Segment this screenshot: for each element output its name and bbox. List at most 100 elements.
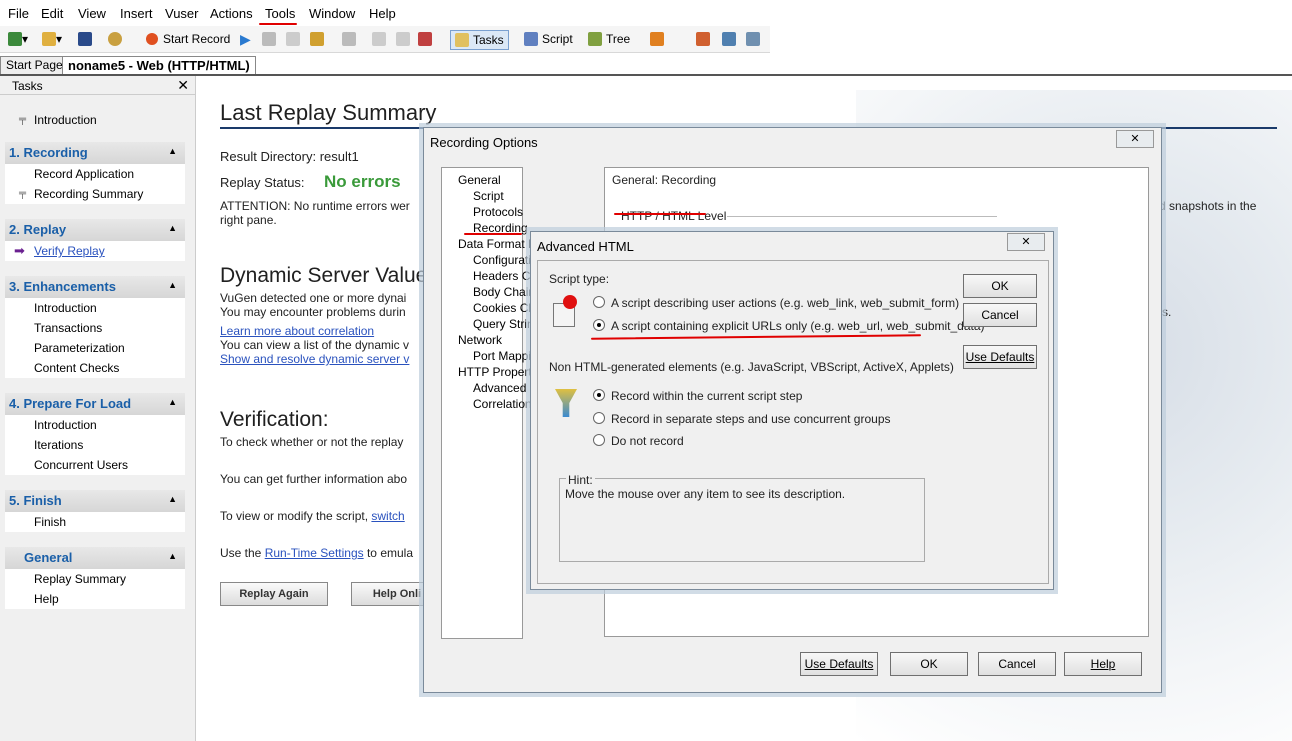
- menu-insert[interactable]: Insert: [120, 6, 153, 21]
- task-help[interactable]: Help: [5, 589, 185, 609]
- tab-noname5[interactable]: noname5 - Web (HTTP/HTML): [62, 56, 256, 74]
- script-label: Script: [542, 32, 573, 46]
- radio-record-separate[interactable]: [593, 412, 605, 424]
- tree-item-script[interactable]: Script: [473, 189, 504, 203]
- compile-icon[interactable]: [310, 30, 324, 48]
- group-header[interactable]: General ▲: [5, 547, 185, 569]
- learn-correlation-link[interactable]: Learn more about correlation: [220, 324, 374, 338]
- task-concurrent-users[interactable]: Concurrent Users: [5, 455, 185, 475]
- tree-item-protocols[interactable]: Protocols: [473, 205, 523, 219]
- tab-start-page[interactable]: Start Page: [0, 56, 69, 74]
- tool-icon-1[interactable]: [696, 30, 710, 48]
- task-parameterization[interactable]: Parameterization: [5, 338, 185, 358]
- replay-again-button[interactable]: Replay Again: [220, 582, 328, 606]
- tree-view-button[interactable]: Tree: [588, 30, 630, 48]
- menu-window[interactable]: Window: [309, 6, 355, 21]
- task-content-checks[interactable]: Content Checks: [5, 358, 185, 378]
- collapse-icon[interactable]: ▲: [168, 217, 177, 239]
- script-view-button[interactable]: Script: [524, 30, 573, 48]
- radio-record-current[interactable]: [593, 389, 605, 401]
- menu-tools[interactable]: Tools: [265, 6, 295, 21]
- menu-view[interactable]: View: [78, 6, 106, 21]
- options-tree: General Script Protocols Recording Data …: [441, 167, 542, 639]
- breakpoint-icon[interactable]: [418, 30, 432, 48]
- find-icon[interactable]: [108, 30, 122, 48]
- option-do-not-record[interactable]: Do not record: [593, 434, 684, 448]
- task-record-application[interactable]: Record Application: [5, 164, 185, 184]
- annotation-underline: [464, 233, 522, 235]
- collapse-icon[interactable]: ▲: [168, 274, 177, 296]
- use-defaults-button[interactable]: Use Defaults: [800, 652, 878, 676]
- collapse-icon[interactable]: ▲: [168, 140, 177, 162]
- tree-item-port-mapping[interactable]: Port Mappin: [473, 349, 538, 363]
- tree-item-configuration[interactable]: Configuratio: [473, 253, 538, 267]
- menu-edit[interactable]: Edit: [41, 6, 63, 21]
- settings-icon[interactable]: [342, 30, 356, 48]
- group-header[interactable]: 3. Enhancements ▲: [5, 276, 185, 298]
- option-explicit-urls[interactable]: A script containing explicit URLs only (…: [593, 319, 985, 333]
- open-icon[interactable]: ▾: [42, 30, 62, 48]
- menu-help[interactable]: Help: [369, 6, 396, 21]
- tasks-intro[interactable]: ╤ Introduction: [5, 110, 185, 130]
- cancel-button[interactable]: Cancel: [963, 303, 1037, 327]
- cancel-button[interactable]: Cancel: [978, 652, 1056, 676]
- menu-actions[interactable]: Actions: [210, 6, 253, 21]
- tool-icon-3[interactable]: [746, 30, 760, 48]
- tree-item-body-chain[interactable]: Body Chain: [473, 285, 535, 299]
- ok-button[interactable]: OK: [890, 652, 968, 676]
- play-icon[interactable]: ▶: [240, 30, 251, 48]
- close-icon[interactable]: ✕: [1007, 233, 1045, 251]
- step-over-icon[interactable]: [396, 30, 410, 48]
- stop-icon[interactable]: [262, 30, 276, 48]
- hint-text: Move the mouse over any item to see its …: [565, 487, 846, 501]
- option-record-current[interactable]: Record within the current script step: [593, 389, 802, 403]
- task-iterations[interactable]: Iterations: [5, 435, 185, 455]
- group-header[interactable]: 5. Finish ▲: [5, 490, 185, 512]
- tree-item-headers[interactable]: Headers Ch: [473, 269, 537, 283]
- radio-user-actions[interactable]: [593, 296, 605, 308]
- task-replay-summary[interactable]: Replay Summary: [5, 569, 185, 589]
- radio-explicit-urls[interactable]: [593, 319, 605, 331]
- tool-icon-2[interactable]: [722, 30, 736, 48]
- tree-item-correlation[interactable]: Correlation: [473, 397, 532, 411]
- collapse-icon[interactable]: ▲: [168, 545, 177, 567]
- use-defaults-button[interactable]: Use Defaults: [963, 345, 1037, 369]
- radio-do-not-record[interactable]: [593, 434, 605, 446]
- task-introduction[interactable]: Introduction: [5, 298, 185, 318]
- task-transactions[interactable]: Transactions: [5, 318, 185, 338]
- resolve-dynamic-link[interactable]: Show and resolve dynamic server v: [220, 352, 409, 366]
- close-icon[interactable]: ✕: [1116, 130, 1154, 148]
- close-icon[interactable]: ✕: [177, 77, 189, 94]
- start-record-button[interactable]: Start Record: [146, 30, 230, 48]
- output-icon[interactable]: [650, 30, 664, 48]
- menu-vuser[interactable]: Vuser: [165, 6, 198, 21]
- step-icon[interactable]: [372, 30, 386, 48]
- option-record-separate[interactable]: Record in separate steps and use concurr…: [593, 412, 891, 426]
- task-recording-summary[interactable]: ╤ Recording Summary: [5, 184, 185, 204]
- menu-file[interactable]: File: [8, 6, 29, 21]
- new-icon[interactable]: ▾: [8, 30, 28, 48]
- task-introduction[interactable]: Introduction: [5, 415, 185, 435]
- tree-item-advanced[interactable]: Advanced: [473, 381, 526, 395]
- help-button[interactable]: Help: [1064, 652, 1142, 676]
- option-user-actions[interactable]: A script describing user actions (e.g. w…: [593, 296, 959, 310]
- switch-link[interactable]: switch: [371, 509, 404, 523]
- group-header[interactable]: 1. Recording ▲: [5, 142, 185, 164]
- pause-icon[interactable]: [286, 30, 300, 48]
- collapse-icon[interactable]: ▲: [168, 391, 177, 413]
- tree-item-cookies[interactable]: Cookies Ch: [473, 301, 535, 315]
- task-finish[interactable]: Finish: [5, 512, 185, 532]
- tree-item-network[interactable]: Network: [458, 333, 502, 347]
- save-icon[interactable]: [78, 30, 92, 48]
- task-verify-replay[interactable]: ➡ Verify Replay: [5, 241, 185, 261]
- tree-icon: [588, 32, 602, 46]
- ok-button[interactable]: OK: [963, 274, 1037, 298]
- http-html-level-label: HTTP / HTML Level: [621, 209, 727, 223]
- tasks-button[interactable]: Tasks: [450, 30, 509, 50]
- collapse-icon[interactable]: ▲: [168, 488, 177, 510]
- tree-item-general[interactable]: General: [458, 173, 501, 187]
- group-header[interactable]: 4. Prepare For Load ▲: [5, 393, 185, 415]
- tree-item-http-properties[interactable]: HTTP Properti: [458, 365, 534, 379]
- runtime-settings-link[interactable]: Run-Time Settings: [265, 546, 364, 560]
- group-header[interactable]: 2. Replay ▲: [5, 219, 185, 241]
